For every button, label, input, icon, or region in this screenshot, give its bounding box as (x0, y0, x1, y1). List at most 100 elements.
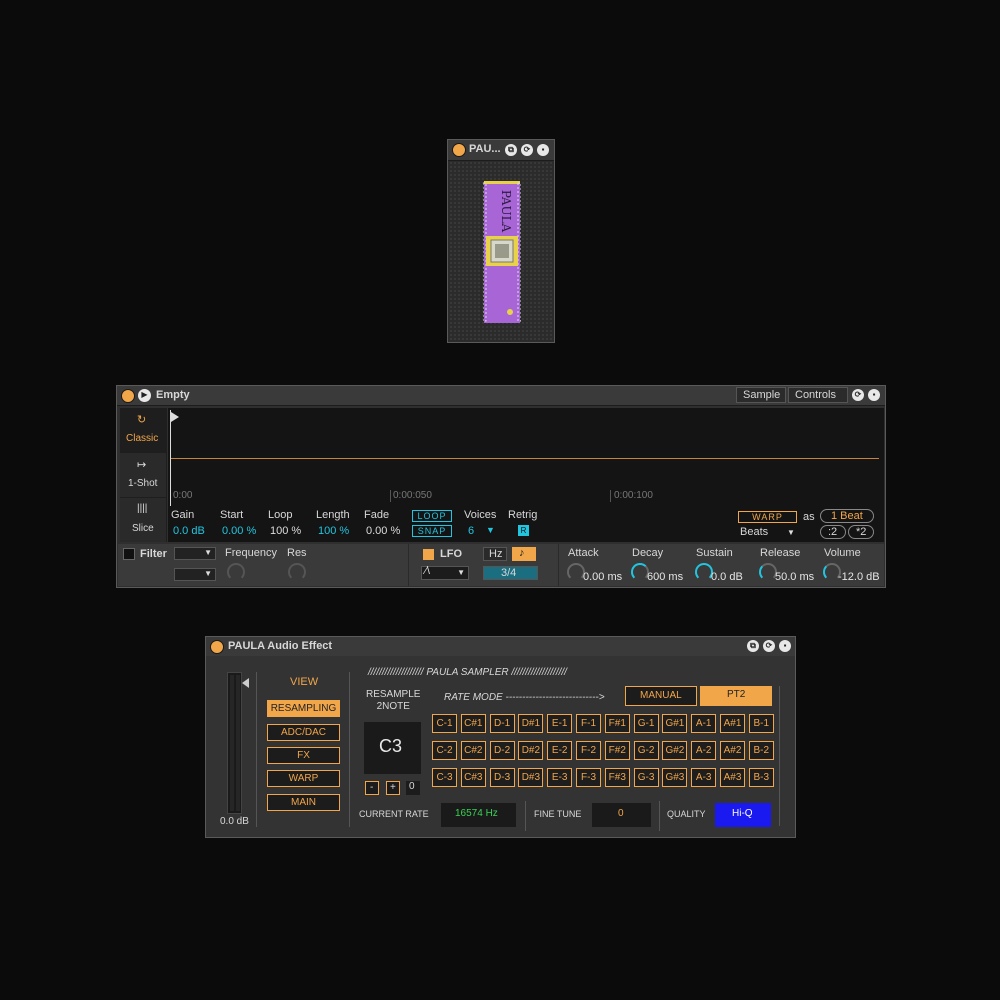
note-button[interactable]: E-1 (547, 714, 573, 733)
note-button[interactable]: A-2 (691, 741, 717, 760)
quality-select[interactable]: Hi-Q (715, 803, 771, 827)
fine-tune-value: 0 (618, 808, 624, 819)
note-button[interactable]: G-3 (633, 768, 659, 787)
save-icon[interactable]: ▪ (779, 640, 791, 652)
note-button[interactable]: F#3 (604, 768, 630, 787)
start-marker[interactable] (170, 410, 171, 506)
note-button[interactable]: B-2 (748, 741, 774, 760)
start-flag-icon[interactable] (171, 412, 179, 422)
note-button[interactable]: G-1 (633, 714, 659, 733)
note-button[interactable]: A#3 (720, 768, 745, 787)
filter-slope-select[interactable]: ▼ (174, 568, 216, 581)
rate-mode-manual[interactable]: MANUAL (625, 686, 697, 706)
meter-slider-handle[interactable] (242, 678, 249, 688)
note-button[interactable]: D-3 (489, 768, 515, 787)
lfo-toggle[interactable] (423, 549, 434, 560)
note-button[interactable]: G#1 (662, 714, 688, 733)
note-button[interactable]: F-2 (576, 741, 601, 760)
note-button[interactable]: A#1 (720, 714, 745, 733)
warp-toggle[interactable]: WARP (738, 511, 797, 523)
note-button[interactable]: B-3 (748, 768, 774, 787)
save-icon[interactable]: ▪ (868, 389, 880, 401)
lfo-rate-slider[interactable]: 3/4 (483, 566, 538, 580)
map-icon[interactable]: ⧉ (747, 640, 759, 652)
mode-classic[interactable]: ↻ Classic (120, 408, 166, 452)
start-value[interactable]: 0.00 % (222, 525, 256, 537)
view-fx-button[interactable]: FX (267, 747, 340, 764)
hot-swap-icon[interactable]: ⟳ (763, 640, 775, 652)
note-button[interactable]: C#2 (460, 741, 486, 760)
beats-select[interactable]: Beats (740, 526, 768, 538)
view-resampling-button[interactable]: RESAMPLING (267, 700, 340, 717)
view-warp-button[interactable]: WARP (267, 770, 340, 787)
note-button[interactable]: G#2 (662, 741, 688, 760)
loop-value[interactable]: 100 % (270, 525, 301, 537)
note-button[interactable]: A#2 (720, 741, 745, 760)
hot-swap-icon[interactable]: ⟳ (852, 389, 864, 401)
frequency-knob[interactable] (227, 563, 245, 581)
snap-toggle[interactable]: SNAP (412, 525, 452, 537)
note-button[interactable]: C-2 (432, 741, 457, 760)
stepper-plus[interactable]: + (386, 781, 400, 795)
note-button[interactable]: E-3 (547, 768, 573, 787)
lfo-sync-button[interactable]: ♪ (512, 547, 536, 561)
resample-note-display[interactable]: C3 (364, 722, 421, 774)
note-button[interactable]: G#3 (662, 768, 688, 787)
device-power-button[interactable] (452, 143, 466, 157)
lfo-hz-button[interactable]: Hz (483, 547, 507, 561)
res-label: Res (287, 547, 307, 559)
quality-label: QUALITY (667, 809, 706, 819)
note-button[interactable]: D-2 (489, 741, 515, 760)
note-button[interactable]: C#1 (460, 714, 486, 733)
stepper-value-box[interactable]: 0 (406, 781, 420, 795)
note-button[interactable]: F-3 (576, 768, 601, 787)
tab-sample[interactable]: Sample (736, 387, 786, 403)
note-button[interactable]: E-2 (547, 741, 573, 760)
rate-mode-pt2[interactable]: PT2 (700, 686, 772, 706)
view-main-button[interactable]: MAIN (267, 794, 340, 811)
length-value[interactable]: 100 % (318, 525, 349, 537)
note-button[interactable]: D#2 (518, 741, 544, 760)
loop-toggle[interactable]: LOOP (412, 510, 452, 522)
gain-value[interactable]: 0.0 dB (173, 525, 205, 537)
fade-value[interactable]: 0.00 % (366, 525, 400, 537)
retrig-toggle[interactable]: R (518, 525, 529, 536)
voices-value[interactable]: 6 (468, 525, 474, 537)
device-power-button[interactable] (121, 389, 135, 403)
voices-dropdown-icon[interactable]: ▼ (486, 525, 495, 535)
view-adc-dac-button[interactable]: ADC/DAC (267, 724, 340, 741)
note-button[interactable]: A-3 (691, 768, 717, 787)
fine-tune-display[interactable]: 0 (592, 803, 651, 827)
note-button[interactable]: A-1 (691, 714, 717, 733)
res-knob[interactable] (288, 563, 306, 581)
tab-controls[interactable]: Controls (788, 387, 848, 403)
note-button[interactable]: D#1 (518, 714, 544, 733)
beat-length-value[interactable]: 1 Beat (820, 509, 874, 523)
device-power-button[interactable] (210, 640, 224, 654)
note-button[interactable]: C-1 (432, 714, 457, 733)
note-button[interactable]: D#3 (518, 768, 544, 787)
hot-swap-icon[interactable]: ⟳ (521, 144, 533, 156)
waveform-display[interactable]: 0:00 0:00:050 0:00:100 Gain 0.0 dB Start… (168, 408, 884, 542)
lfo-wave-select[interactable]: ⁄\ ▼ (421, 565, 469, 580)
mode-one-shot[interactable]: ↦ 1-Shot (120, 453, 166, 497)
note-button[interactable]: G-2 (633, 741, 659, 760)
double-button[interactable]: *2 (848, 525, 874, 539)
play-icon[interactable]: ▶ (138, 389, 151, 402)
note-button[interactable]: C-3 (432, 768, 457, 787)
stepper-minus[interactable]: - (365, 781, 379, 795)
filter-type-select[interactable]: ▼ (174, 547, 216, 560)
double-label: *2 (856, 526, 867, 538)
map-icon[interactable]: ⧉ (505, 144, 517, 156)
note-button[interactable]: F#2 (604, 741, 630, 760)
note-button[interactable]: F#1 (604, 714, 630, 733)
half-button[interactable]: :2 (820, 525, 846, 539)
note-button[interactable]: F-1 (576, 714, 601, 733)
save-icon[interactable]: ▪ (537, 144, 549, 156)
note-button[interactable]: D-1 (489, 714, 515, 733)
mode-slice[interactable]: |||| Slice (120, 498, 166, 542)
beats-dropdown-icon[interactable]: ▼ (787, 528, 795, 537)
note-button[interactable]: C#3 (460, 768, 486, 787)
filter-checkbox[interactable] (123, 548, 135, 560)
note-button[interactable]: B-1 (748, 714, 774, 733)
